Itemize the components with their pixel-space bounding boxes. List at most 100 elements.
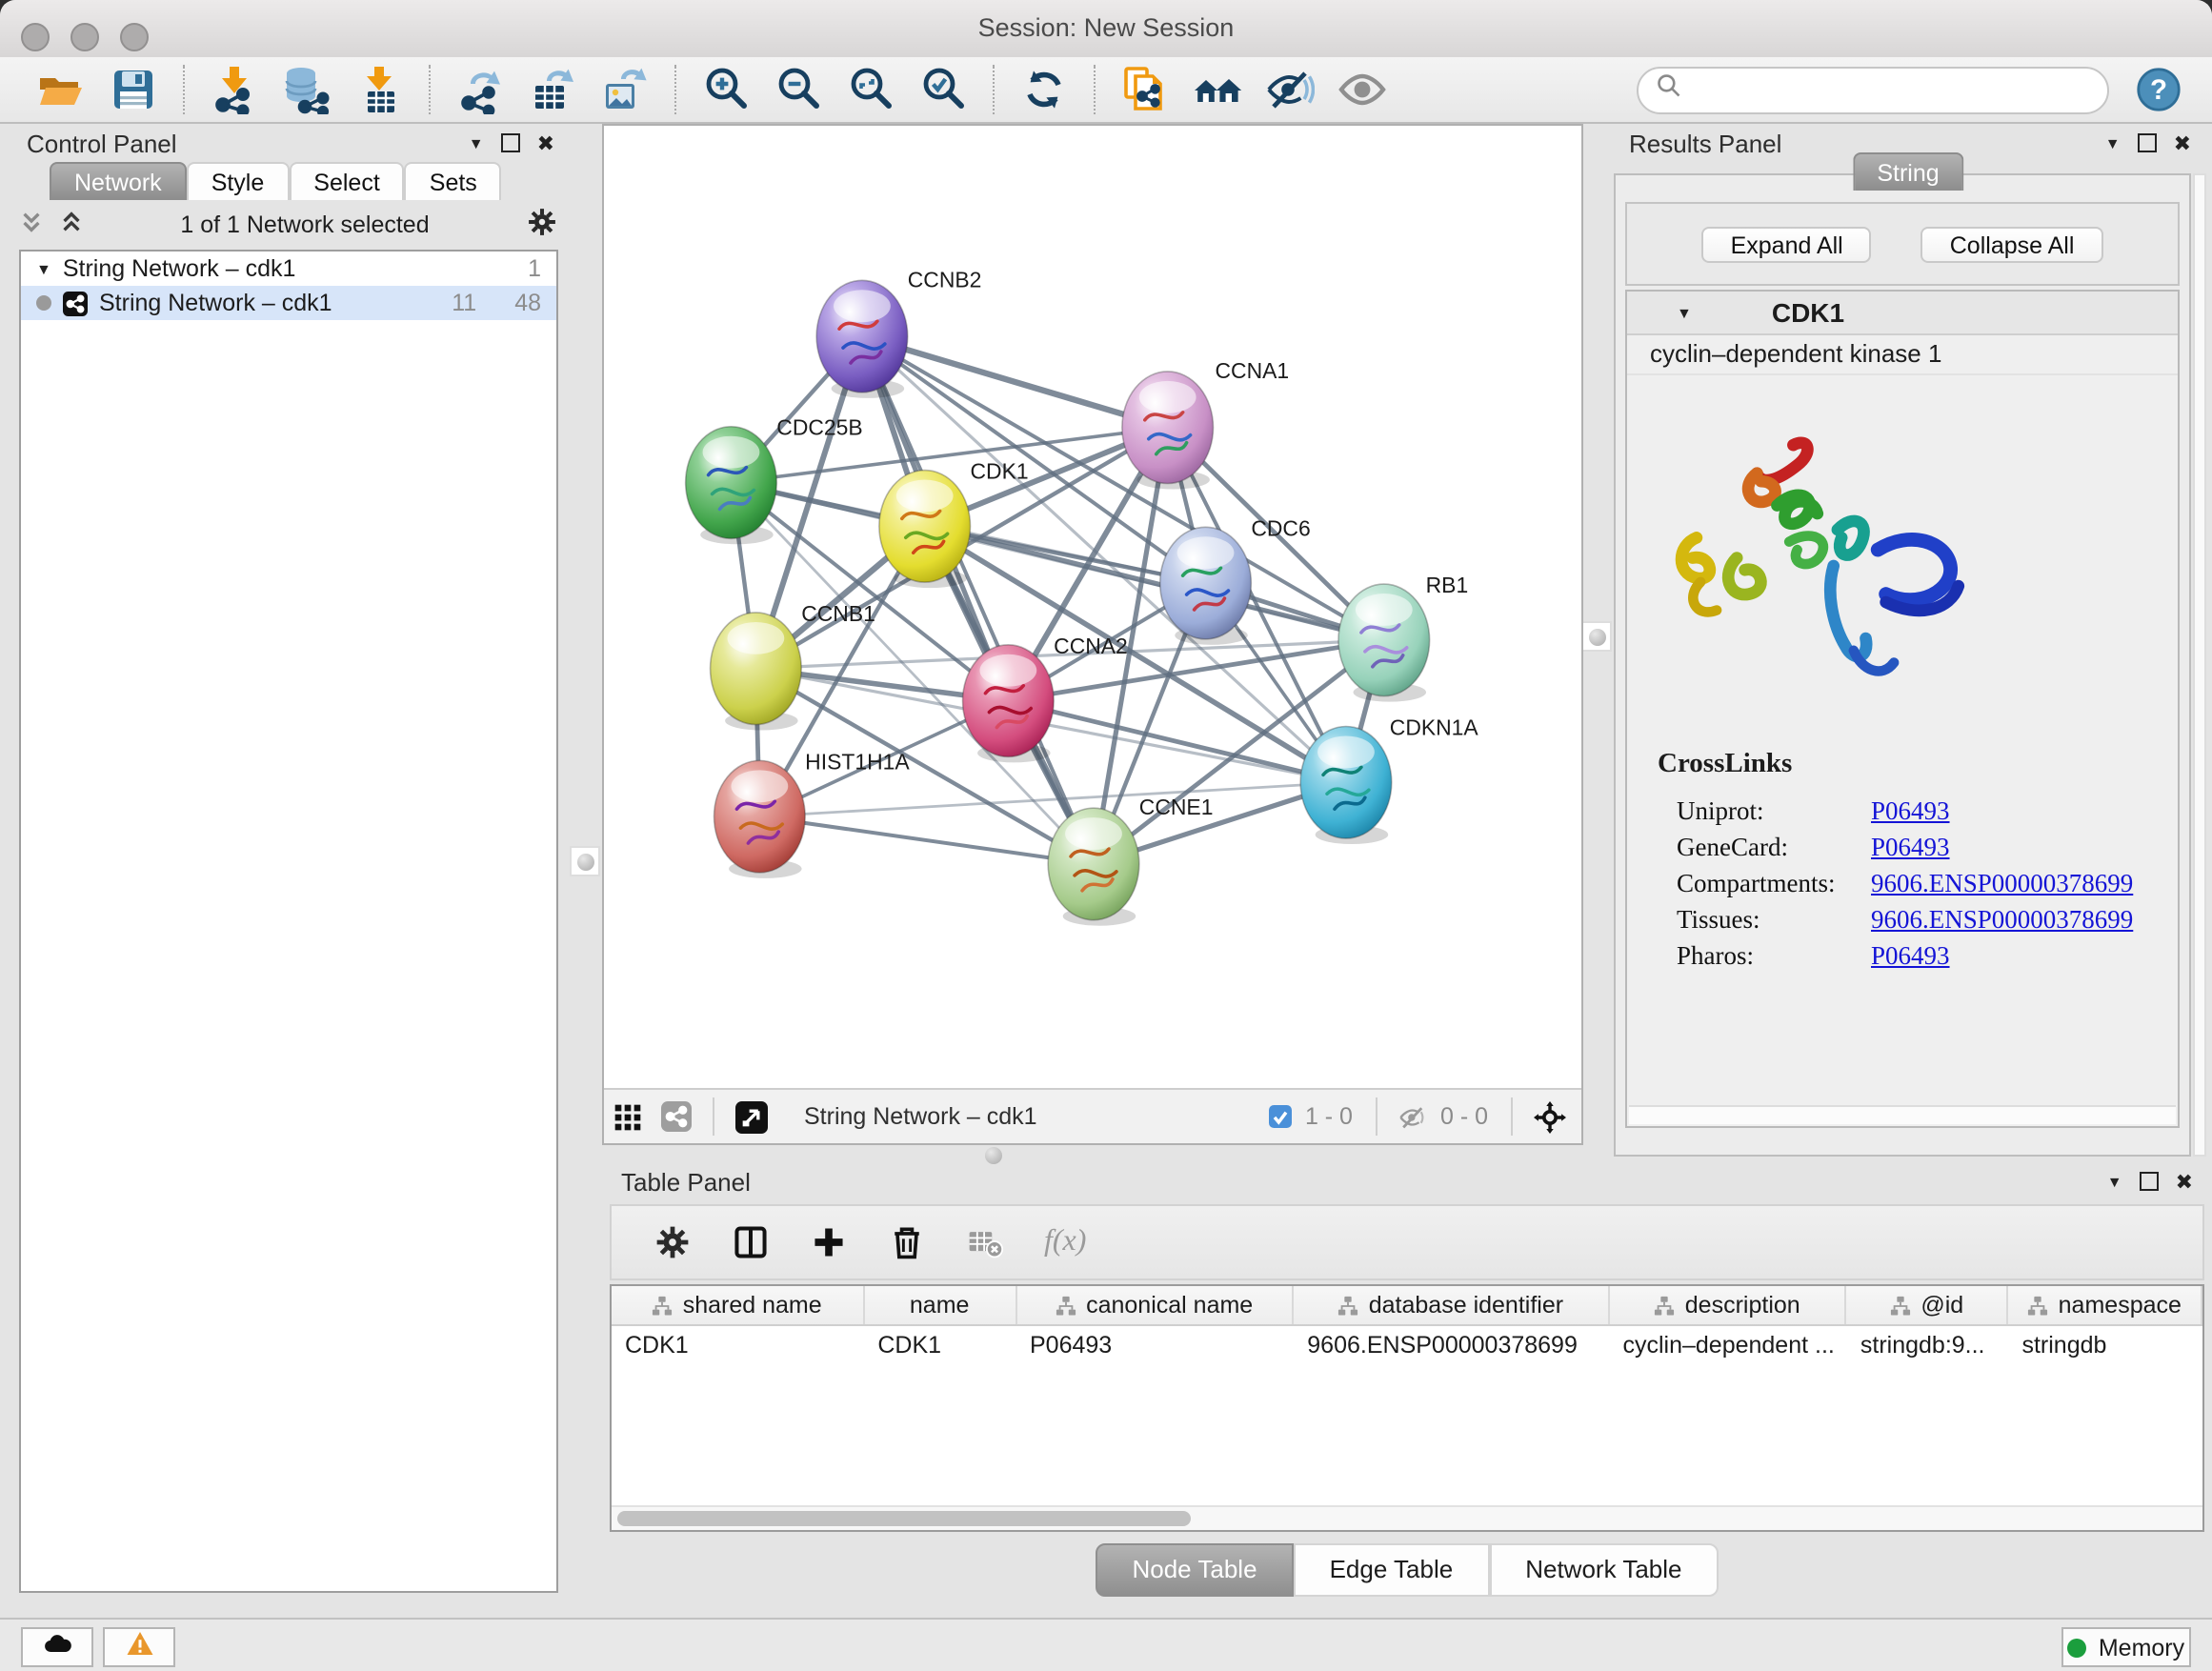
table-cell[interactable]: CDK1 bbox=[612, 1326, 864, 1362]
zoom-in-icon[interactable] bbox=[701, 65, 751, 114]
show-all-icon[interactable] bbox=[1337, 65, 1387, 114]
results-vscrollbar[interactable] bbox=[2193, 173, 2206, 1157]
zoom-fit-icon[interactable] bbox=[846, 65, 895, 114]
network-row[interactable]: String Network – cdk1 11 48 bbox=[21, 286, 556, 320]
delete-table-icon[interactable] bbox=[966, 1223, 1004, 1261]
results-tab-string[interactable]: String bbox=[1852, 152, 1963, 191]
network-node-RB1[interactable]: RB1 bbox=[1338, 573, 1468, 702]
collapse-all-icon[interactable] bbox=[19, 210, 44, 240]
tab-style[interactable]: Style bbox=[187, 162, 290, 200]
clone-network-icon[interactable] bbox=[1120, 65, 1170, 114]
table-close-icon[interactable]: ✖ bbox=[2176, 1169, 2193, 1194]
column-header-name[interactable]: name bbox=[864, 1286, 1016, 1324]
collapse-all-button[interactable]: Collapse All bbox=[1921, 226, 2103, 262]
show-columns-icon[interactable] bbox=[732, 1223, 770, 1261]
section-collapse-icon[interactable]: ▼ bbox=[1677, 304, 1692, 321]
birdseye-view-icon[interactable] bbox=[735, 1100, 768, 1133]
column-header-canonical-name[interactable]: canonical name bbox=[1016, 1286, 1294, 1324]
network-edge[interactable] bbox=[759, 816, 1094, 864]
table-hscroll-thumb[interactable] bbox=[617, 1511, 1190, 1526]
protein-section-header[interactable]: ▼ CDK1 bbox=[1627, 292, 2178, 335]
network-edge[interactable] bbox=[862, 336, 1168, 428]
crosslink-link[interactable]: P06493 bbox=[1871, 832, 1950, 862]
function-builder-icon[interactable]: f(x) bbox=[1044, 1225, 1086, 1259]
bottom-splitter-handle[interactable] bbox=[981, 1145, 1004, 1164]
network-edge[interactable] bbox=[862, 336, 1094, 864]
expand-all-icon[interactable] bbox=[59, 210, 84, 240]
column-header-database-identifier[interactable]: database identifier bbox=[1294, 1286, 1609, 1324]
export-table-icon[interactable] bbox=[528, 65, 577, 114]
zoom-out-icon[interactable] bbox=[774, 65, 823, 114]
table-float-icon[interactable] bbox=[2140, 1172, 2159, 1191]
table-row[interactable]: CDK1CDK1P064939606.ENSP00000378699cyclin… bbox=[612, 1326, 2202, 1362]
crosslink-link[interactable]: P06493 bbox=[1871, 940, 1950, 971]
import-network-icon[interactable] bbox=[210, 65, 259, 114]
tab-select[interactable]: Select bbox=[289, 162, 405, 200]
network-edge[interactable] bbox=[925, 526, 1384, 640]
collection-collapse-icon[interactable]: ▼ bbox=[36, 260, 51, 277]
hide-selected-icon[interactable] bbox=[1265, 65, 1315, 114]
network-list-options-gear-icon[interactable] bbox=[526, 206, 558, 244]
column-header-shared-name[interactable]: shared name bbox=[612, 1286, 864, 1324]
export-network-icon[interactable] bbox=[455, 65, 505, 114]
table-cell[interactable]: cyclin–dependent ... bbox=[1609, 1326, 1846, 1362]
hidden-eye-icon[interactable] bbox=[1398, 1102, 1427, 1131]
network-node-CCNA2[interactable]: CCNA2 bbox=[963, 634, 1128, 763]
panel-float-icon[interactable] bbox=[501, 133, 520, 152]
save-session-icon[interactable] bbox=[109, 65, 158, 114]
table-cell[interactable]: 9606.ENSP00000378699 bbox=[1294, 1326, 1609, 1362]
right-splitter-handle[interactable] bbox=[1583, 623, 1610, 650]
tab-node-table[interactable]: Node Table bbox=[1096, 1543, 1293, 1597]
left-splitter-handle[interactable] bbox=[572, 848, 598, 875]
network-graph[interactable]: CCNB2CCNA1CDC25BCDK1CDC6RB1CCNB1CCNA2CDK… bbox=[604, 126, 1581, 1090]
network-node-CCNE1[interactable]: CCNE1 bbox=[1048, 795, 1213, 926]
table-options-gear-icon[interactable] bbox=[654, 1223, 692, 1261]
expand-all-button[interactable]: Expand All bbox=[1702, 226, 1872, 262]
column-header-description[interactable]: description bbox=[1610, 1286, 1847, 1324]
network-node-CDC6[interactable]: CDC6 bbox=[1160, 515, 1311, 645]
table-hscrollbar[interactable] bbox=[612, 1505, 2202, 1530]
search-input[interactable] bbox=[1692, 74, 2090, 105]
tab-sets[interactable]: Sets bbox=[405, 162, 502, 200]
network-view-icon[interactable] bbox=[661, 1101, 692, 1132]
import-network-database-icon[interactable] bbox=[282, 65, 332, 114]
export-image-icon[interactable] bbox=[600, 65, 650, 114]
panel-menu-icon[interactable]: ▼ bbox=[469, 134, 484, 151]
cloud-status-button[interactable] bbox=[21, 1627, 93, 1667]
tab-edge-table[interactable]: Edge Table bbox=[1294, 1543, 1490, 1597]
table-cell[interactable]: P06493 bbox=[1016, 1326, 1294, 1362]
search-box[interactable] bbox=[1637, 66, 2109, 113]
first-neighbors-icon[interactable] bbox=[1193, 65, 1242, 114]
warning-status-button[interactable] bbox=[103, 1627, 175, 1667]
column-header--id[interactable]: @id bbox=[1847, 1286, 2009, 1324]
table-cell[interactable]: stringdb:9... bbox=[1847, 1326, 2009, 1362]
network-collection-row[interactable]: ▼ String Network – cdk1 1 bbox=[21, 252, 556, 286]
tab-network-table[interactable]: Network Table bbox=[1489, 1543, 1718, 1597]
apply-layout-icon[interactable] bbox=[1019, 65, 1069, 114]
table-cell[interactable]: stringdb bbox=[2008, 1326, 2202, 1362]
selected-checkbox-icon[interactable] bbox=[1269, 1105, 1292, 1128]
crosslink-link[interactable]: P06493 bbox=[1871, 795, 1950, 826]
results-float-icon[interactable] bbox=[2138, 133, 2157, 152]
crosslink-link[interactable]: 9606.ENSP00000378699 bbox=[1871, 868, 2133, 898]
fit-selected-crosshair-icon[interactable] bbox=[1534, 1100, 1566, 1133]
tab-network[interactable]: Network bbox=[50, 162, 187, 200]
network-node-CDKN1A[interactable]: CDKN1A bbox=[1300, 715, 1478, 844]
table-menu-icon[interactable]: ▼ bbox=[2107, 1173, 2122, 1190]
network-canvas[interactable]: CCNB2CCNA1CDC25BCDK1CDC6RB1CCNB1CCNA2CDK… bbox=[604, 126, 1581, 1090]
results-menu-icon[interactable]: ▼ bbox=[2105, 134, 2121, 151]
column-header-namespace[interactable]: namespace bbox=[2009, 1286, 2203, 1324]
zoom-selected-icon[interactable] bbox=[918, 65, 968, 114]
table-cell[interactable]: CDK1 bbox=[864, 1326, 1016, 1362]
panel-close-icon[interactable]: ✖ bbox=[537, 131, 554, 155]
network-node-CCNB2[interactable]: CCNB2 bbox=[816, 267, 981, 398]
help-button[interactable]: ? bbox=[2136, 67, 2182, 112]
delete-column-icon[interactable] bbox=[888, 1223, 926, 1261]
results-hscrollbar[interactable] bbox=[1629, 1105, 2176, 1124]
import-table-icon[interactable] bbox=[354, 65, 404, 114]
grid-view-icon[interactable] bbox=[613, 1102, 642, 1131]
add-column-icon[interactable] bbox=[810, 1223, 848, 1261]
results-close-icon[interactable]: ✖ bbox=[2174, 131, 2191, 155]
crosslink-link[interactable]: 9606.ENSP00000378699 bbox=[1871, 904, 2133, 935]
memory-button[interactable]: Memory bbox=[2061, 1627, 2191, 1667]
